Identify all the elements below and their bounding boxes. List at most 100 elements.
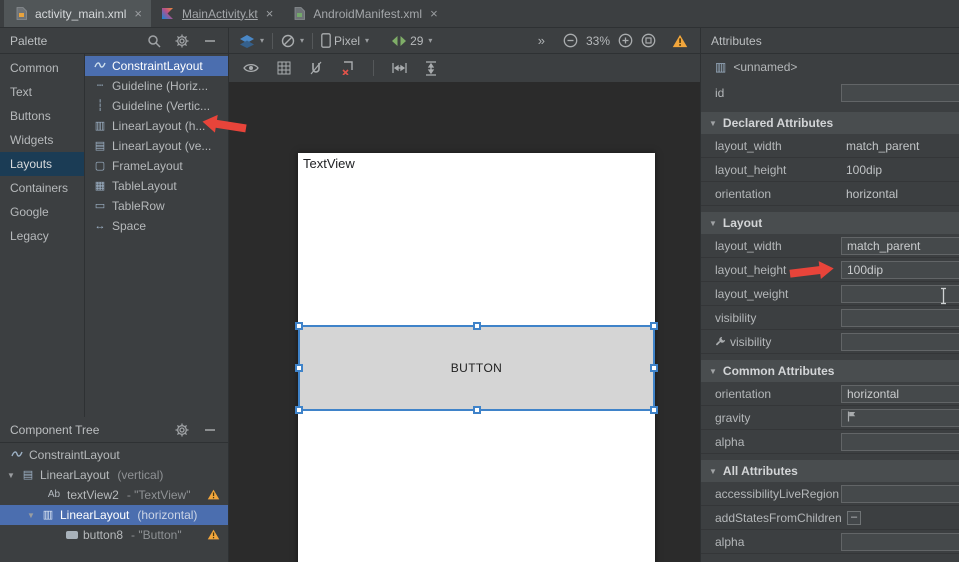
editor-tab-bar: activity_main.xml MainActivity.kt Androi… — [0, 0, 959, 28]
hide-panel-icon[interactable] — [202, 422, 218, 438]
attr-row-layout-weight: layout_weight — [701, 282, 959, 306]
attr-value[interactable]: 100dip — [846, 163, 882, 177]
resize-handle-middle-right[interactable] — [650, 364, 658, 372]
palette-category-layouts[interactable]: Layouts — [0, 152, 84, 176]
warning-icon[interactable] — [207, 489, 220, 503]
close-tab-icon[interactable] — [430, 6, 438, 21]
attr-label: layout_height — [715, 263, 786, 277]
selected-linearlayout-on-canvas[interactable]: BUTTON — [298, 325, 655, 411]
palette-item-tablelayout[interactable]: TableLayout — [85, 176, 228, 196]
tree-item-label: button8 — [83, 528, 123, 542]
tree-item-linearlayout-vertical[interactable]: ▼ LinearLayout(vertical) — [0, 465, 228, 485]
alpha-input[interactable] — [841, 433, 959, 451]
design-surface-mode-button[interactable] — [239, 34, 264, 48]
collapse-arrow-icon[interactable]: ▼ — [26, 511, 36, 520]
tristate-checkbox[interactable] — [847, 511, 861, 525]
warning-icon[interactable] — [207, 529, 220, 543]
attr-value[interactable]: horizontal — [846, 187, 898, 201]
flag-icon[interactable] — [847, 411, 856, 425]
palette-category-widgets[interactable]: Widgets — [0, 128, 84, 152]
palette-item-guideline-horizontal[interactable]: Guideline (Horiz... — [85, 76, 228, 96]
tab-activity-main-xml[interactable]: activity_main.xml — [4, 0, 151, 27]
gear-icon[interactable] — [174, 422, 190, 438]
collapse-arrow-icon[interactable]: ▼ — [6, 471, 16, 480]
search-icon[interactable] — [146, 33, 162, 49]
palette-category-google[interactable]: Google — [0, 200, 84, 224]
close-tab-icon[interactable] — [134, 6, 142, 21]
attr-value[interactable]: match_parent — [846, 139, 919, 153]
zoom-to-fit-button[interactable] — [641, 33, 656, 48]
section-all-attributes[interactable]: ▼ All Attributes — [701, 460, 959, 482]
linearlayout-vertical-icon — [21, 470, 35, 481]
tab-label: activity_main.xml — [35, 7, 126, 21]
palette-category-containers[interactable]: Containers — [0, 176, 84, 200]
resize-handle-top-center[interactable] — [473, 322, 481, 330]
attr-row-tools-visibility: visibility — [701, 330, 959, 354]
tree-item-label: ConstraintLayout — [29, 448, 120, 462]
palette-category-legacy[interactable]: Legacy — [0, 224, 84, 248]
component-tree-header: Component Tree — [0, 417, 228, 443]
canvas-textview[interactable]: TextView — [303, 156, 355, 171]
palette-item-linearlayout-vertical[interactable]: LinearLayout (ve... — [85, 136, 228, 156]
orientation-input[interactable]: horizontal — [841, 385, 959, 403]
view-options-eye-button[interactable] — [243, 62, 259, 74]
left-tool-windows: Palette Common Text Buttons — [0, 28, 229, 562]
resize-handle-middle-left[interactable] — [295, 364, 303, 372]
layout-height-input[interactable]: 100dip — [841, 261, 959, 279]
palette-item-tablerow[interactable]: TableRow — [85, 196, 228, 216]
tab-label: MainActivity.kt — [182, 7, 258, 21]
tab-mainactivity-kt[interactable]: MainActivity.kt — [151, 0, 282, 27]
accessibilityliveregion-input[interactable] — [841, 485, 959, 503]
selected-component-name: <unnamed> — [733, 60, 797, 74]
id-input[interactable] — [841, 84, 959, 102]
section-declared-attributes[interactable]: ▼ Declared Attributes — [701, 112, 959, 134]
warnings-panel-button[interactable] — [672, 34, 688, 48]
palette-item-framelayout[interactable]: FrameLayout — [85, 156, 228, 176]
device-selector-button[interactable]: Pixel — [321, 33, 369, 48]
autoconnect-off-magnet-button[interactable] — [309, 61, 323, 75]
layout-width-input[interactable]: match_parent — [841, 237, 959, 255]
alpha-all-input[interactable] — [841, 533, 959, 551]
palette-item-label: TableRow — [112, 199, 165, 213]
textview-icon: Ab — [46, 490, 62, 500]
pack-horizontal-button[interactable] — [392, 62, 407, 74]
tree-item-linearlayout-horizontal[interactable]: ▼ LinearLayout(horizontal) — [0, 505, 228, 525]
resize-handle-bottom-left[interactable] — [295, 406, 303, 414]
attr-row-layout-height-declared: layout_height 100dip — [701, 158, 959, 182]
zoom-in-button[interactable] — [618, 33, 633, 48]
toolbar-overflow-chevrons[interactable]: » — [538, 33, 545, 48]
palette-category-text[interactable]: Text — [0, 80, 84, 104]
attr-label-id: id — [715, 86, 724, 100]
gear-icon[interactable] — [174, 33, 190, 49]
resize-handle-top-left[interactable] — [295, 322, 303, 330]
resize-handle-bottom-center[interactable] — [473, 406, 481, 414]
tree-item-button8[interactable]: button8- "Button" — [0, 525, 228, 545]
tree-item-textview2[interactable]: Ab textView2- "TextView" — [0, 485, 228, 505]
expand-vertical-button[interactable] — [425, 61, 437, 76]
section-common-attributes[interactable]: ▼ Common Attributes — [701, 360, 959, 382]
blueprint-mode-button[interactable] — [281, 34, 304, 48]
palette-item-constraintlayout[interactable]: ConstraintLayout — [85, 56, 228, 76]
palette-category-buttons[interactable]: Buttons — [0, 104, 84, 128]
gravity-input[interactable] — [841, 409, 959, 427]
resize-handle-bottom-right[interactable] — [650, 406, 658, 414]
zoom-out-button[interactable] — [563, 33, 578, 48]
palette-category-common[interactable]: Common — [0, 56, 84, 80]
design-canvas-area[interactable]: TextView BUTTON — [229, 82, 700, 562]
api-level-selector-button[interactable]: 29 — [391, 34, 432, 48]
hide-panel-icon[interactable] — [202, 33, 218, 49]
visibility-input[interactable] — [841, 309, 959, 327]
tools-visibility-input[interactable] — [841, 333, 959, 351]
grid-mode-button[interactable] — [277, 61, 291, 75]
section-title: All Attributes — [723, 464, 798, 478]
attributes-panel: Attributes <unnamed> id ▼ Declared Attri… — [700, 28, 959, 562]
palette-item-space[interactable]: Space — [85, 216, 228, 236]
tab-androidmanifest-xml[interactable]: AndroidManifest.xml — [282, 0, 446, 27]
tree-item-constraintlayout[interactable]: ConstraintLayout — [0, 445, 228, 465]
attr-row-orientation-declared: orientation horizontal — [701, 182, 959, 206]
resize-handle-top-right[interactable] — [650, 322, 658, 330]
clear-constraints-button[interactable] — [341, 61, 355, 75]
close-tab-icon[interactable] — [266, 6, 274, 21]
device-screen-canvas[interactable]: TextView BUTTON — [298, 153, 655, 562]
section-layout[interactable]: ▼ Layout — [701, 212, 959, 234]
